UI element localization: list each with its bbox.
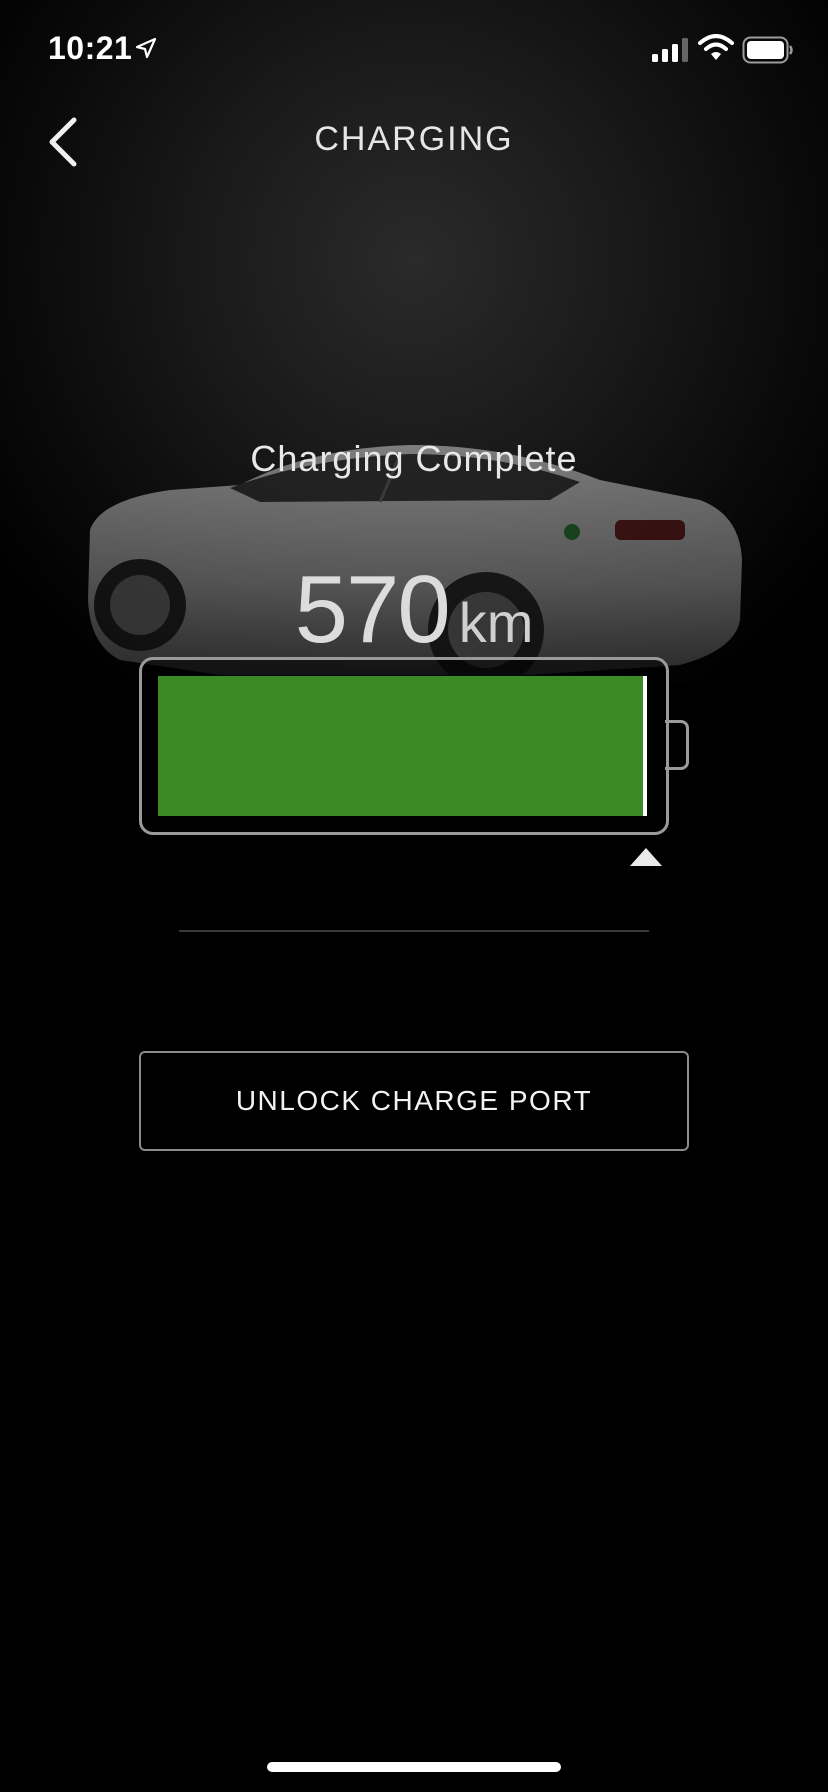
range-display: 570 km [0, 555, 828, 665]
page-title: CHARGING [314, 120, 514, 158]
charging-screen: 10:21 CHARGING Charging Complete 570 km … [0, 0, 828, 1792]
status-bar: 10:21 [0, 0, 828, 100]
charging-status: Charging Complete [250, 438, 578, 479]
nav-bar: CHARGING [0, 100, 828, 180]
unlock-charge-port-button[interactable]: UNLOCK CHARGE PORT [139, 1051, 689, 1151]
divider [179, 930, 649, 932]
charge-limit-marker [643, 676, 647, 816]
status-time: 10:21 [48, 30, 133, 66]
battery-icon [742, 36, 793, 64]
battery-fill [158, 676, 645, 816]
cellular-signal-icon [652, 38, 688, 62]
range-value: 570 [294, 556, 451, 663]
battery-tip [665, 720, 689, 770]
wifi-icon [698, 34, 734, 60]
charge-limit-slider-handle[interactable] [630, 848, 662, 866]
range-unit: km [458, 591, 534, 654]
location-arrow-icon [135, 37, 157, 59]
battery-gauge [139, 657, 669, 835]
home-indicator[interactable] [267, 1762, 561, 1772]
